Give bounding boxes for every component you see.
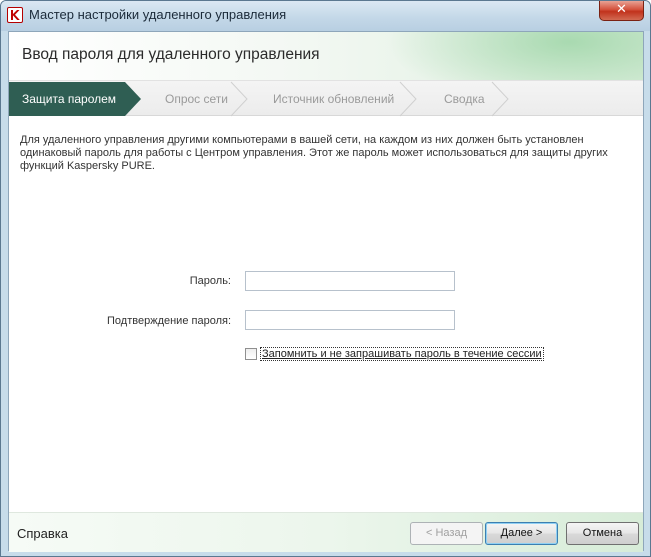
page-title: Ввод пароля для удаленного управления xyxy=(22,46,320,63)
step-update-source: Источник обновлений xyxy=(273,92,395,106)
description-text: Для удаленного управления другими компью… xyxy=(20,134,608,172)
close-button[interactable]: ✕ xyxy=(599,1,644,21)
wizard-client-area: Ввод пароля для удаленного управления За… xyxy=(8,31,644,552)
wizard-footer: Справка < Назад Далее > Отмена xyxy=(9,512,643,552)
wizard-window: Мастер настройки удаленного управления ✕… xyxy=(0,0,651,557)
step-chevron-2 xyxy=(230,81,248,117)
cancel-button[interactable]: Отмена xyxy=(566,522,639,545)
step-network-scan: Опрос сети xyxy=(165,92,228,106)
wizard-header: Ввод пароля для удаленного управления xyxy=(9,32,643,80)
title-bar[interactable]: Мастер настройки удаленного управления ✕ xyxy=(1,1,650,31)
confirm-password-label: Подтверждение пароля: xyxy=(107,315,231,327)
close-icon: ✕ xyxy=(616,2,627,17)
confirm-password-input[interactable] xyxy=(245,310,455,330)
step-summary: Сводка xyxy=(444,92,485,106)
remember-session-label[interactable]: Запомнить и не запрашивать пароль в тече… xyxy=(260,347,544,361)
step-chevron-3 xyxy=(399,81,417,117)
back-button[interactable]: < Назад xyxy=(410,522,483,545)
step-chevron-4 xyxy=(491,81,509,117)
wizard-steps-bar: Защита паролем Опрос сети Источник обнов… xyxy=(9,80,643,117)
remember-session-checkbox[interactable] xyxy=(245,348,257,360)
kaspersky-k-icon xyxy=(7,7,23,23)
password-input[interactable] xyxy=(245,271,455,291)
help-link[interactable]: Справка xyxy=(17,526,68,541)
next-button[interactable]: Далее > xyxy=(485,522,558,545)
password-label: Пароль: xyxy=(189,275,231,287)
step-password-protection: Защита паролем xyxy=(22,92,117,106)
window-title: Мастер настройки удаленного управления xyxy=(29,7,287,22)
